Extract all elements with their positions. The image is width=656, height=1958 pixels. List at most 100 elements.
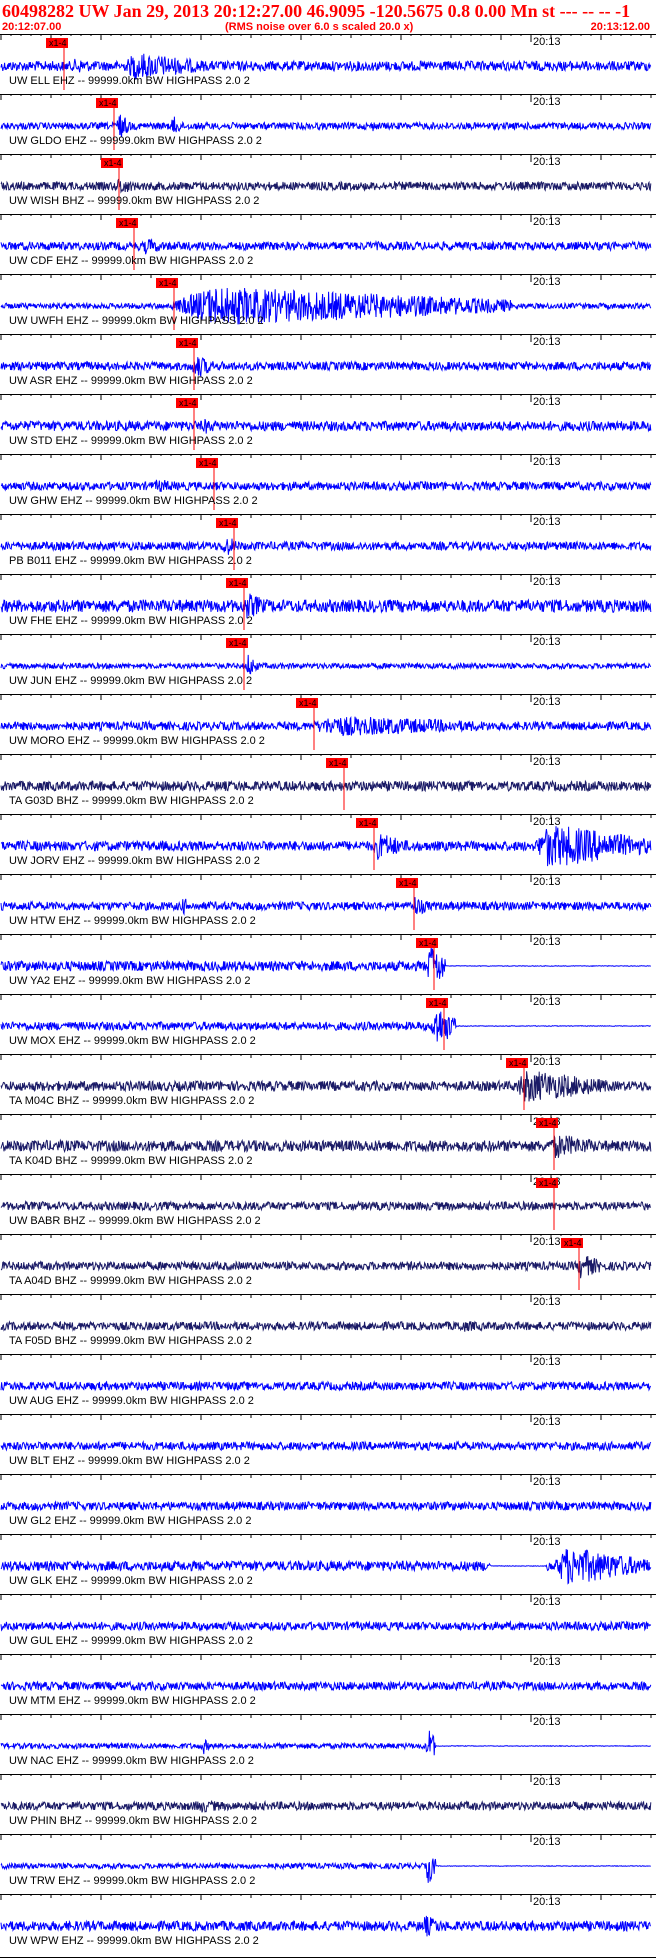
waveform <box>0 1380 652 1392</box>
trace-row: 20:13x1-4UW BABR BHZ -- 99999.0km BW HIG… <box>0 1174 656 1230</box>
station-label: UW BLT EHZ -- 99999.0km BW HIGHPASS 2.0 … <box>9 1455 250 1467</box>
minute-label: 20:13 <box>533 1536 561 1548</box>
waveform <box>0 418 652 434</box>
rms-note: (RMS noise over 6.0 s scaled 20.0 x) <box>225 21 414 33</box>
station-label: UW WISH BHZ -- 99999.0km BW HIGHPASS 2.0… <box>9 195 259 207</box>
station-label: UW AUG EHZ -- 99999.0km BW HIGHPASS 2.0 … <box>9 1395 254 1407</box>
station-label: UW STD EHZ -- 99999.0km BW HIGHPASS 2.0 … <box>9 435 253 447</box>
pick-label: x1-4 <box>179 338 197 348</box>
station-label: TA A04D BHZ -- 99999.0km BW HIGHPASS 2.0… <box>9 1275 252 1287</box>
minute-label: 20:13 <box>533 636 561 648</box>
trace-row: 20:13 UW TRW EHZ -- 99999.0km BW HIGHPASS… <box>0 1834 656 1887</box>
waveform <box>0 1619 652 1632</box>
trace-row: 20:13 UW AUG EHZ -- 99999.0km BW HIGHPASS… <box>0 1354 656 1407</box>
pick-label: x1-4 <box>429 998 447 1008</box>
station-label: UW ELL EHZ -- 99999.0km BW HIGHPASS 2.0 … <box>9 75 250 87</box>
minute-label: 20:13 <box>533 36 561 48</box>
station-label: UW GL2 EHZ -- 99999.0km BW HIGHPASS 2.0 … <box>9 1515 251 1527</box>
waveform <box>0 1915 651 1937</box>
minute-label: 20:13 <box>533 1596 561 1608</box>
minute-label: 20:13 <box>533 696 561 708</box>
pick-label: x1-4 <box>199 458 217 468</box>
trace-row: 20:13 UW PHIN BHZ -- 99999.0km BW HIGHPAS… <box>0 1774 656 1827</box>
trace-row: 20:13 x1-4 UW ELL EHZ -- 99999.0km BW HIGH… <box>0 34 656 90</box>
waveform <box>0 654 652 675</box>
seismogram-traces: 20:13x1-4UW ELL EHZ -- 99999.0km BW HIGH… <box>0 34 656 1958</box>
trace-row: 20:13 x1-4 PB B011 EHZ -- 99999.0km BW HIG… <box>0 514 656 570</box>
station-label: UW CDF EHZ -- 99999.0km BW HIGHPASS 2.0 … <box>9 255 253 267</box>
station-label: TA G03D BHZ -- 99999.0km BW HIGHPASS 2.0… <box>9 795 254 807</box>
minute-label: 20:13 <box>533 996 561 1008</box>
waveform <box>0 1500 652 1512</box>
waveform <box>0 1439 652 1452</box>
pick-label: x1-4 <box>229 638 247 648</box>
pick-label: x1-4 <box>564 1238 582 1248</box>
pick-label: x1-4 <box>359 818 377 828</box>
station-label: UW ASR EHZ -- 99999.0km BW HIGHPASS 2.0 … <box>9 375 253 387</box>
trace-row: 20:13 TA F05D BHZ -- 99999.0km BW HIGHPAS… <box>0 1294 656 1347</box>
minute-label: 20:13 <box>533 396 561 408</box>
station-label: UW NAC EHZ -- 99999.0km BW HIGHPASS 2.0 … <box>9 1755 254 1767</box>
trace-row: 20:13 UW WPW EHZ -- 99999.0km BW HIGHPASS… <box>0 1894 656 1947</box>
waveform <box>0 178 652 194</box>
minute-label: 20:13 <box>533 1716 561 1728</box>
event-title: 60498282 UW Jan 29, 2013 20:12:27.00 46.… <box>2 1 631 21</box>
station-label: UW PHIN BHZ -- 99999.0km BW HIGHPASS 2.0… <box>9 1815 257 1827</box>
trace-row: 20:13 UW MTM EHZ -- 99999.0km BW HIGHPASS… <box>0 1654 656 1707</box>
trace-row: 20:13 UW GUL EHZ -- 99999.0km BW HIGHPASS… <box>0 1594 656 1647</box>
trace-row: 20:13 x1-4 UW WISH BHZ -- 99999.0km BW HIG… <box>0 154 656 210</box>
station-label: UW WPW EHZ -- 99999.0km BW HIGHPASS 2.0 … <box>9 1935 259 1947</box>
trace-row: 20:13 x1-4 UW FHE EHZ -- 99999.0km BW HIGH… <box>0 574 656 630</box>
pick-label: x1-4 <box>159 278 177 288</box>
station-label: UW JORV EHZ -- 99999.0km BW HIGHPASS 2.0… <box>9 855 260 867</box>
waveform <box>0 1730 651 1756</box>
pick-label: x1-4 <box>539 1178 557 1188</box>
minute-label: 20:13 <box>533 516 561 528</box>
waveform <box>0 538 652 555</box>
station-label: TA F05D BHZ -- 99999.0km BW HIGHPASS 2.0… <box>9 1335 252 1347</box>
trace-row: 20:13x1-4UW JORV EHZ -- 99999.0km BW HIG… <box>0 814 656 870</box>
minute-label: 20:13 <box>533 1476 561 1488</box>
waveform <box>0 479 652 492</box>
station-label: TA K04D BHZ -- 99999.0km BW HIGHPASS 2.0… <box>9 1155 253 1167</box>
station-label: PB B011 EHZ -- 99999.0km BW HIGHPASS 2.0… <box>9 555 252 567</box>
waveform <box>0 1199 652 1212</box>
waveform <box>0 779 652 793</box>
pick-label: x1-4 <box>179 398 197 408</box>
waveform <box>0 238 652 255</box>
station-label: UW GLDO EHZ -- 99999.0km BW HIGHPASS 2.0… <box>9 135 262 147</box>
minute-label: 20:13 <box>533 96 561 108</box>
trace-row: 20:13 x1-4 UW JUN EHZ -- 99999.0km BW HIGH… <box>0 634 656 690</box>
station-label: UW JUN EHZ -- 99999.0km BW HIGHPASS 2.0 … <box>9 675 252 687</box>
station-label: UW MORO EHZ -- 99999.0km BW HIGHPASS 2.0… <box>9 735 265 747</box>
waveform <box>0 114 652 138</box>
pick-label: x1-4 <box>219 518 237 528</box>
minute-label: 20:13 <box>533 1236 561 1248</box>
trace-row: 20:13 x1-4 UW CDF EHZ -- 99999.0km BW HIGH… <box>0 214 656 270</box>
minute-label: 20:13 <box>533 1356 561 1368</box>
station-label: UW MOX EHZ -- 99999.0km BW HIGHPASS 2.0 … <box>9 1035 256 1047</box>
start-time: 20:12:07.00 <box>2 21 62 33</box>
pick-label: x1-4 <box>329 758 347 768</box>
minute-label: 20:13 <box>533 1836 561 1848</box>
pick-label: x1-4 <box>539 1118 557 1128</box>
pick-label: x1-4 <box>49 38 67 48</box>
station-label: UW MTM EHZ -- 99999.0km BW HIGHPASS 2.0 … <box>9 1695 256 1707</box>
station-label: UW TRW EHZ -- 99999.0km BW HIGHPASS 2.0 … <box>9 1875 255 1887</box>
pick-label: x1-4 <box>419 938 437 948</box>
end-time: 20:13:12.00 <box>590 21 650 33</box>
minute-label: 20:13 <box>533 876 561 888</box>
minute-label: 20:13 <box>533 1056 561 1068</box>
minute-label: 20:13 <box>533 336 561 348</box>
trace-row: 20:13 UW NAC EHZ -- 99999.0km BW HIGHPASS… <box>0 1714 656 1767</box>
station-label: TA M04C BHZ -- 99999.0km BW HIGHPASS 2.0… <box>9 1095 254 1107</box>
minute-label: 20:13 <box>533 756 561 768</box>
minute-label: 20:13 <box>533 276 561 288</box>
trace-row: 20:13 UW GL2 EHZ -- 99999.0km BW HIGHPASS… <box>0 1474 656 1527</box>
minute-label: 20:13 <box>533 1296 561 1308</box>
minute-label: 20:13 <box>533 576 561 588</box>
station-label: UW FHE EHZ -- 99999.0km BW HIGHPASS 2.0 … <box>9 615 253 627</box>
pick-label: x1-4 <box>99 98 117 108</box>
pick-label: x1-4 <box>119 218 137 228</box>
station-label: UW UWFH EHZ -- 99999.0km BW HIGHPASS 2.0… <box>9 315 264 327</box>
